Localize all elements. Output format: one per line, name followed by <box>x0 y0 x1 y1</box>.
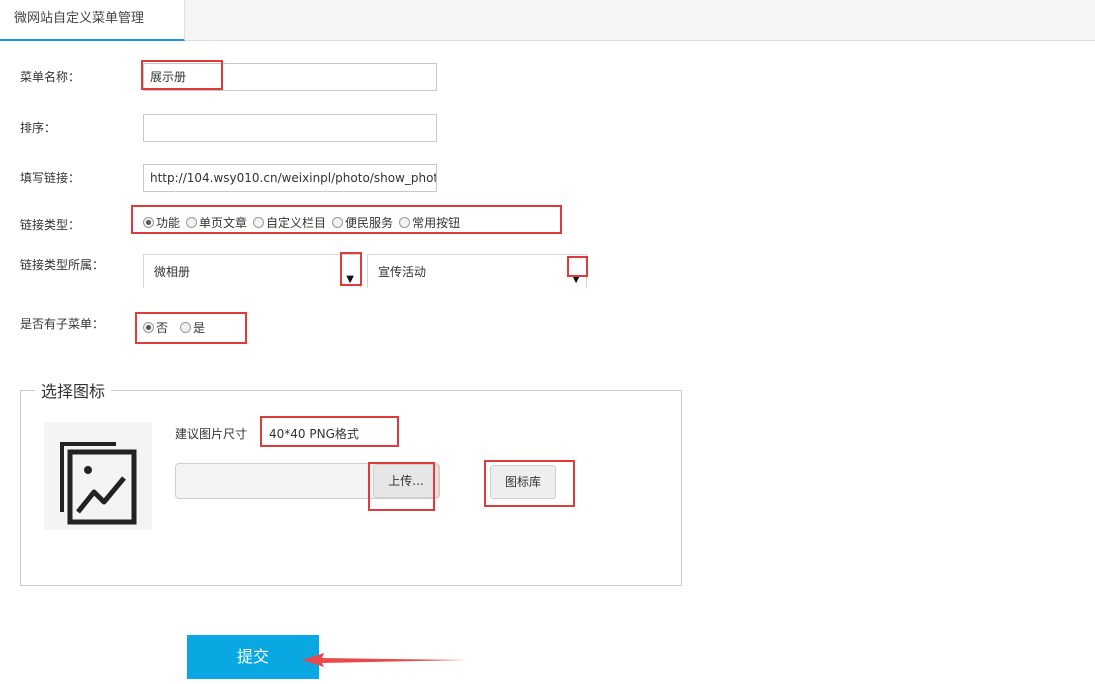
select-value: 微相册 <box>154 265 191 279</box>
upload-button[interactable]: 上传... <box>373 464 439 498</box>
icon-preview <box>44 422 152 530</box>
radio-label: 自定义栏目 <box>266 216 327 230</box>
radio-label: 功能 <box>156 216 181 230</box>
link-type-radio-common-button[interactable]: 常用按钮 <box>399 214 460 231</box>
select-value: 宣传活动 <box>378 265 427 279</box>
radio-label: 常用按钮 <box>412 216 461 230</box>
radio-icon <box>253 217 265 228</box>
link-input[interactable]: http://104.wsy010.cn/weixinpl/photo/show… <box>143 164 437 192</box>
radio-label: 单页文章 <box>199 216 248 230</box>
radio-icon <box>186 217 198 228</box>
link-type-radio-single-article[interactable]: 单页文章 <box>186 214 247 231</box>
size-hint-value: 40*40 PNG格式 <box>269 427 359 441</box>
chevron-down-icon[interactable]: ▼ <box>346 263 354 297</box>
menu-name-input[interactable]: 展示册 <box>143 63 437 91</box>
menu-name-label: 菜单名称： <box>20 70 81 84</box>
link-type-radio-function[interactable]: 功能 <box>143 214 180 231</box>
link-owner-label: 链接类型所属： <box>20 258 105 272</box>
tab-menu-management[interactable]: 微网站自定义菜单管理 <box>0 0 185 41</box>
radio-icon <box>332 217 344 228</box>
has-submenu-radio-group: 否 是 <box>143 319 211 336</box>
sort-label: 排序： <box>20 121 57 135</box>
radio-label: 否 <box>156 321 169 335</box>
has-submenu-radio-yes[interactable]: 是 <box>180 319 205 336</box>
link-owner-select-primary[interactable]: 微相册 ▼ <box>143 254 361 288</box>
radio-selected-icon <box>143 322 154 333</box>
radio-selected-icon <box>143 217 154 228</box>
link-type-radio-convenience[interactable]: 便民服务 <box>332 214 393 231</box>
link-type-label: 链接类型： <box>20 218 81 232</box>
radio-label: 是 <box>193 321 206 335</box>
link-type-radio-custom-column[interactable]: 自定义栏目 <box>253 214 326 231</box>
link-owner-select-secondary[interactable]: 宣传活动 ▼ <box>367 254 587 288</box>
icon-library-button[interactable]: 图标库 <box>490 465 556 499</box>
has-submenu-label: 是否有子菜单： <box>20 317 105 331</box>
photo-icon <box>60 442 137 525</box>
chevron-down-icon[interactable]: ▼ <box>572 263 580 297</box>
icon-section-legend: 选择图标 <box>41 382 106 401</box>
size-hint-label: 建议图片尺寸 <box>175 427 248 441</box>
radio-icon <box>180 322 192 333</box>
annotation-arrow-icon <box>302 653 466 667</box>
tab-bar: 微网站自定义菜单管理 <box>0 0 1095 41</box>
radio-label: 便民服务 <box>345 216 394 230</box>
radio-icon <box>399 217 411 228</box>
has-submenu-radio-no[interactable]: 否 <box>143 319 168 336</box>
sort-input[interactable] <box>143 114 437 142</box>
link-type-radio-group: 功能 单页文章 自定义栏目 便民服务 常用按钮 <box>143 214 466 231</box>
link-label: 填写链接： <box>20 171 81 185</box>
